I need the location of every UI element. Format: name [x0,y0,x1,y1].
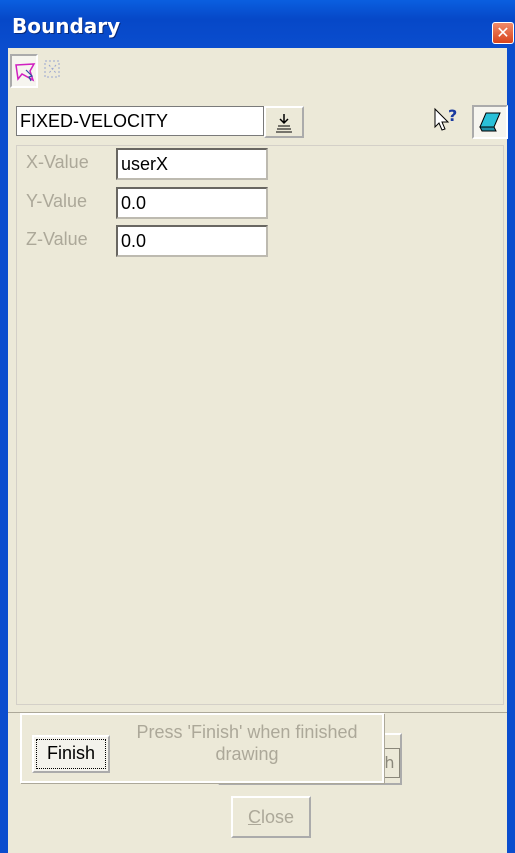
close-window-icon[interactable]: ✕ [492,22,514,44]
finish-button[interactable]: Finish [32,735,110,773]
boundary-type-dropdown-button[interactable] [264,106,304,138]
svg-text:?: ? [448,106,457,125]
z-value-input[interactable]: 0.0 [116,225,268,257]
boundary-window: Boundary ✕ FIXED-VELOCITY ? X-Value user… [0,0,515,853]
z-value-label: Z-Value [26,229,88,249]
window-frame-right [507,48,515,853]
select-region-button[interactable] [40,54,68,88]
dropdown-arrow-icon [276,114,292,133]
boundary-type-field[interactable]: FIXED-VELOCITY [16,106,264,136]
y-value-label: Y-Value [26,191,88,211]
finish-popup: Finish Press 'Finish' when finished draw… [20,713,384,783]
finish-instruction-line2: drawing [215,744,279,764]
help-pointer-icon: ? [434,106,457,131]
window-frame-left [0,48,8,853]
close-button-accel: C [247,807,261,827]
y-value-input[interactable]: 0.0 [116,187,268,219]
window-title: Boundary [12,14,121,38]
close-button[interactable]: Close [231,796,311,838]
finish-instruction: Press 'Finish' when finished drawing [116,721,378,765]
select-polygon-button[interactable] [10,54,38,88]
x-value-label: X-Value [26,152,89,172]
surface-icon [479,112,501,132]
surface-button[interactable] [472,105,508,139]
title-bar[interactable]: Boundary ✕ [0,0,515,49]
select-region-icon [44,60,60,78]
finish-instruction-line1: Press 'Finish' when finished [136,722,358,742]
close-button-label: lose [260,807,295,827]
select-polygon-icon [15,63,36,82]
x-value-input[interactable]: userX [116,148,268,180]
help-pointer-button[interactable]: ? [430,105,466,139]
